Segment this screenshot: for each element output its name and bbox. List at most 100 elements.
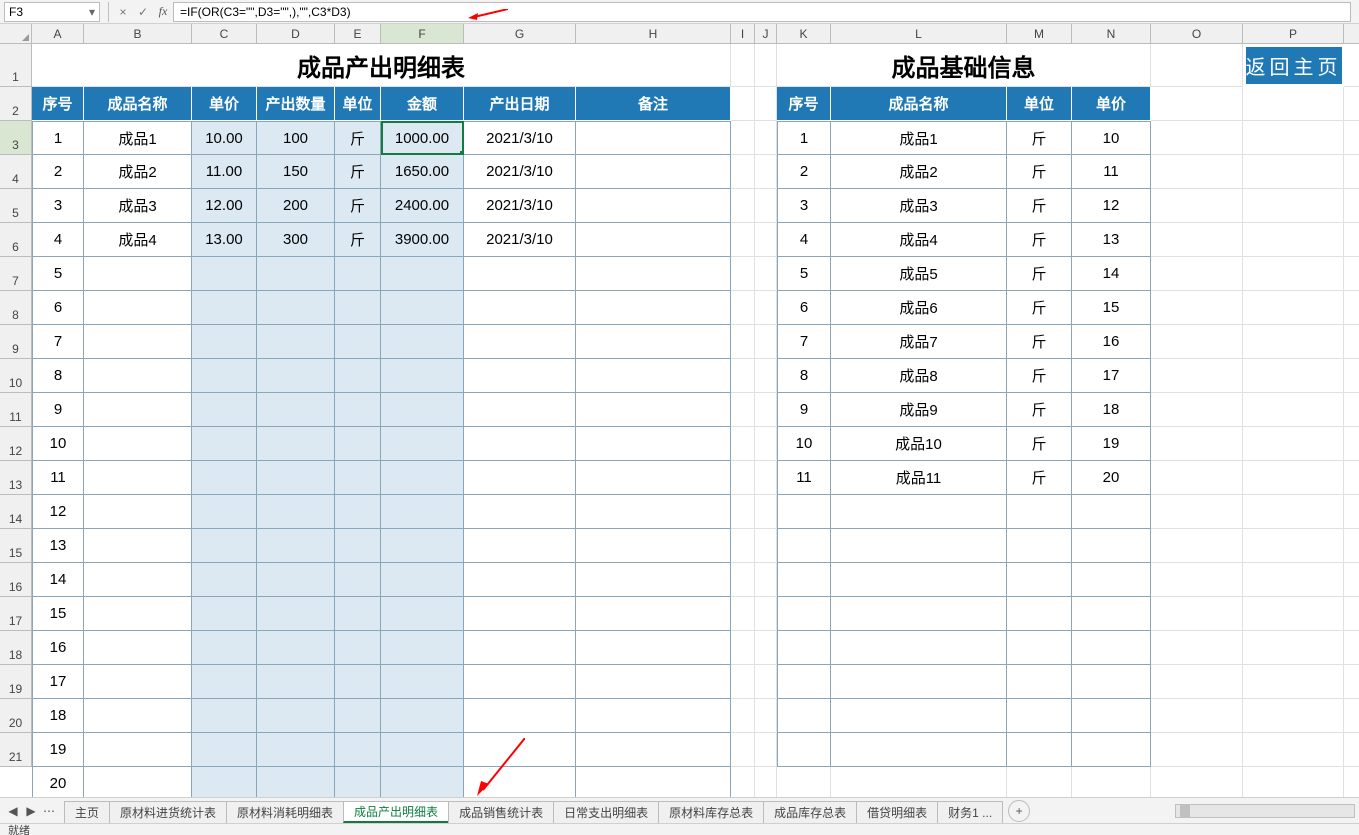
left-unit[interactable] (335, 427, 381, 461)
left-price[interactable] (192, 495, 257, 529)
row-header-4[interactable]: 4 (0, 155, 32, 189)
spreadsheet-grid[interactable]: ABCDEFGHIJKLMNOPQ 1234567891011121314151… (0, 24, 1359, 797)
right-no[interactable] (777, 495, 831, 529)
right-price[interactable] (1072, 733, 1151, 767)
confirm-formula-button[interactable]: ✓ (133, 2, 153, 22)
right-no[interactable]: 5 (777, 257, 831, 291)
left-amount[interactable] (381, 767, 464, 797)
right-name[interactable]: 成品10 (831, 427, 1007, 461)
right-name[interactable]: 成品4 (831, 223, 1007, 257)
left-qty[interactable] (257, 495, 335, 529)
left-remark[interactable] (576, 631, 731, 665)
column-header-N[interactable]: N (1072, 24, 1151, 44)
right-no[interactable]: 4 (777, 223, 831, 257)
column-header-H[interactable]: H (576, 24, 731, 44)
horizontal-scrollbar[interactable] (1175, 804, 1355, 818)
left-amount[interactable] (381, 359, 464, 393)
left-date[interactable] (464, 359, 576, 393)
left-no[interactable]: 10 (32, 427, 84, 461)
row-header-1[interactable]: 1 (0, 44, 32, 87)
left-remark[interactable] (576, 427, 731, 461)
right-name[interactable] (831, 495, 1007, 529)
right-no[interactable] (777, 665, 831, 699)
cells-area[interactable]: 成品产出明细表成品基础信息返回主页序号成品名称单价产出数量单位金额产出日期备注序… (32, 44, 1359, 797)
column-header-P[interactable]: P (1243, 24, 1344, 44)
left-remark[interactable] (576, 495, 731, 529)
right-name[interactable]: 成品3 (831, 189, 1007, 223)
left-date[interactable] (464, 257, 576, 291)
left-unit[interactable] (335, 699, 381, 733)
right-name[interactable]: 成品6 (831, 291, 1007, 325)
right-name[interactable] (831, 597, 1007, 631)
left-price[interactable] (192, 563, 257, 597)
left-price[interactable] (192, 393, 257, 427)
right-name[interactable]: 成品1 (831, 121, 1007, 155)
column-header-I[interactable]: I (731, 24, 755, 44)
right-unit[interactable] (1007, 563, 1072, 597)
column-header-B[interactable]: B (84, 24, 192, 44)
return-main-button-inner[interactable]: 返回主页 (1246, 47, 1342, 84)
left-remark[interactable] (576, 257, 731, 291)
left-no[interactable]: 15 (32, 597, 84, 631)
left-price[interactable] (192, 665, 257, 699)
left-unit[interactable]: 斤 (335, 223, 381, 257)
left-name[interactable]: 成品2 (84, 155, 192, 189)
right-name[interactable] (831, 699, 1007, 733)
formula-input[interactable]: =IF(OR(C3="",D3="",),"",C3*D3) (173, 2, 1351, 22)
right-name[interactable]: 成品9 (831, 393, 1007, 427)
right-unit[interactable]: 斤 (1007, 257, 1072, 291)
left-date[interactable]: 2021/3/10 (464, 189, 576, 223)
right-unit[interactable]: 斤 (1007, 223, 1072, 257)
left-no[interactable]: 9 (32, 393, 84, 427)
left-amount[interactable]: 3900.00 (381, 223, 464, 257)
right-unit[interactable]: 斤 (1007, 325, 1072, 359)
left-no[interactable]: 12 (32, 495, 84, 529)
row-header-5[interactable]: 5 (0, 189, 32, 223)
left-qty[interactable] (257, 393, 335, 427)
left-no[interactable]: 4 (32, 223, 84, 257)
left-price[interactable] (192, 529, 257, 563)
left-unit[interactable] (335, 733, 381, 767)
right-no[interactable] (777, 631, 831, 665)
right-name[interactable]: 成品11 (831, 461, 1007, 495)
left-qty[interactable] (257, 597, 335, 631)
right-no[interactable] (777, 597, 831, 631)
right-no[interactable]: 6 (777, 291, 831, 325)
row-header-2[interactable]: 2 (0, 87, 32, 121)
left-date[interactable] (464, 563, 576, 597)
add-sheet-button[interactable]: + (1008, 800, 1030, 822)
left-name[interactable] (84, 461, 192, 495)
left-name[interactable]: 成品1 (84, 121, 192, 155)
left-no[interactable]: 20 (32, 767, 84, 797)
column-header-M[interactable]: M (1007, 24, 1072, 44)
left-name[interactable] (84, 325, 192, 359)
left-no[interactable]: 17 (32, 665, 84, 699)
left-remark[interactable] (576, 121, 731, 155)
right-unit[interactable]: 斤 (1007, 121, 1072, 155)
row-header-19[interactable]: 19 (0, 665, 32, 699)
right-no[interactable]: 3 (777, 189, 831, 223)
right-no[interactable]: 9 (777, 393, 831, 427)
left-no[interactable]: 8 (32, 359, 84, 393)
right-no[interactable] (777, 699, 831, 733)
right-no[interactable]: 8 (777, 359, 831, 393)
left-qty[interactable] (257, 461, 335, 495)
right-no[interactable] (777, 563, 831, 597)
left-no[interactable]: 18 (32, 699, 84, 733)
left-price[interactable] (192, 767, 257, 797)
right-price[interactable]: 12 (1072, 189, 1151, 223)
left-name[interactable] (84, 699, 192, 733)
left-unit[interactable] (335, 597, 381, 631)
left-remark[interactable] (576, 189, 731, 223)
left-date[interactable] (464, 631, 576, 665)
left-price[interactable] (192, 631, 257, 665)
left-unit[interactable] (335, 631, 381, 665)
left-price[interactable] (192, 597, 257, 631)
right-unit[interactable] (1007, 733, 1072, 767)
left-date[interactable] (464, 597, 576, 631)
left-remark[interactable] (576, 359, 731, 393)
left-amount[interactable] (381, 461, 464, 495)
left-remark[interactable] (576, 597, 731, 631)
right-unit[interactable]: 斤 (1007, 155, 1072, 189)
left-price[interactable] (192, 291, 257, 325)
